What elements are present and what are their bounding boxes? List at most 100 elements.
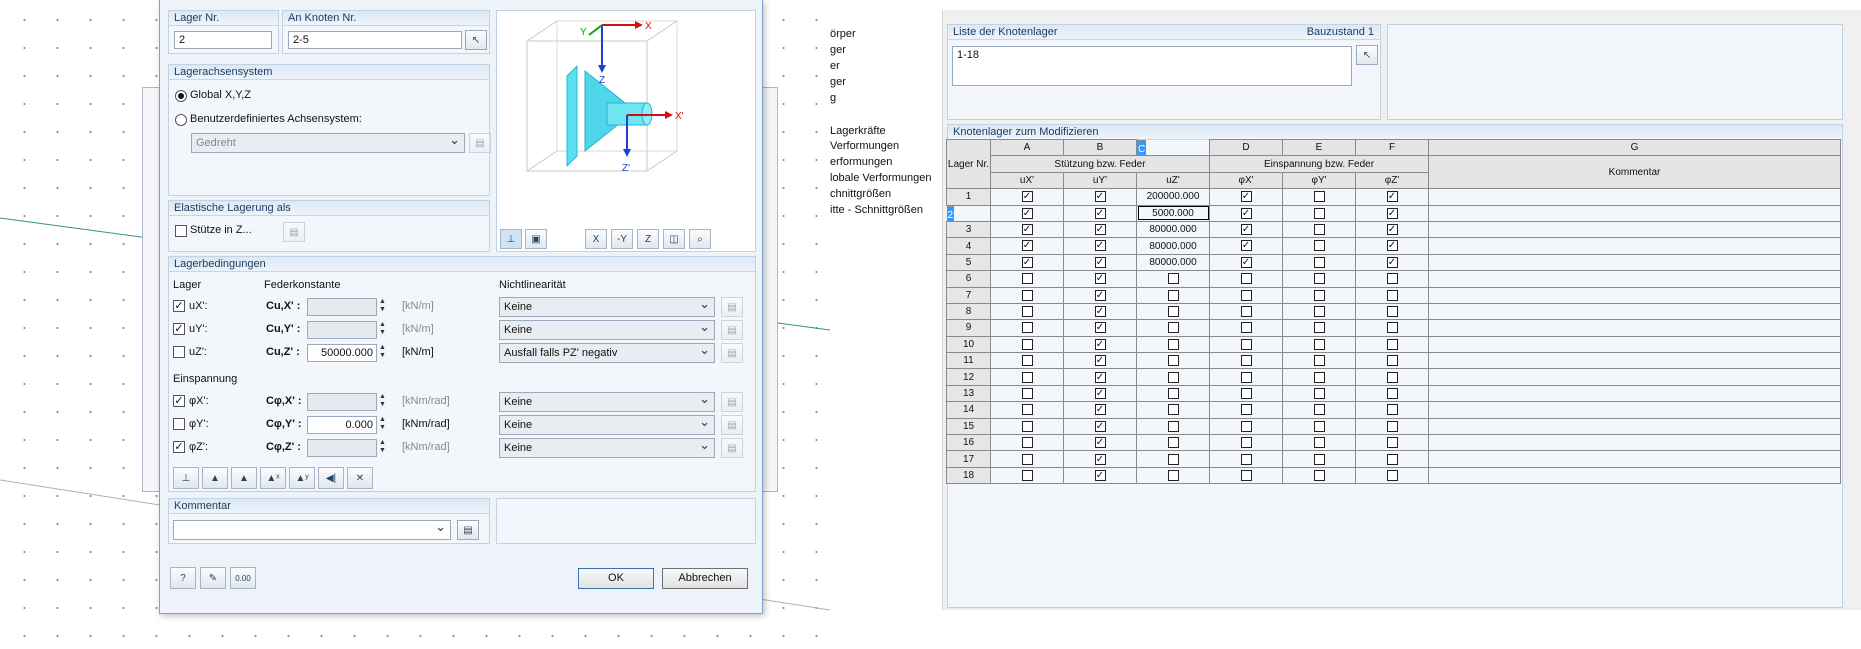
cell-checkbox-c[interactable] — [1136, 302, 1210, 321]
checkbox[interactable] — [1167, 355, 1179, 367]
checkbox[interactable] — [1313, 371, 1325, 383]
stuetze-checkbox[interactable] — [175, 225, 187, 237]
checkbox[interactable] — [1021, 273, 1033, 285]
comment-cell[interactable] — [1428, 220, 1841, 239]
cell-checkbox-f[interactable] — [1355, 319, 1429, 337]
row-number[interactable]: 2 — [946, 205, 955, 222]
row-number[interactable]: 3 — [946, 220, 991, 239]
cell-checkbox-c[interactable] — [1136, 319, 1210, 337]
nav-item[interactable]: örper — [830, 28, 856, 40]
checkbox[interactable]: ✓ — [1021, 256, 1033, 268]
cell-checkbox-b[interactable]: ✓ — [1063, 450, 1137, 468]
cell-checkbox-c[interactable] — [1136, 434, 1210, 452]
checkbox[interactable] — [1386, 404, 1398, 416]
uz-value-cell[interactable]: 200000.000 — [1136, 188, 1210, 206]
row-number[interactable]: 18 — [946, 466, 991, 485]
cell-checkbox-e[interactable] — [1282, 270, 1356, 288]
cell-checkbox-e[interactable] — [1282, 302, 1356, 321]
checkbox[interactable] — [1386, 289, 1398, 301]
checkbox[interactable] — [1167, 404, 1179, 416]
row-number[interactable]: 10 — [946, 335, 991, 354]
checkbox[interactable] — [1313, 338, 1325, 350]
cell-checkbox-a[interactable]: ✓ — [990, 237, 1064, 255]
support-type-free-button[interactable]: ✕ — [347, 467, 373, 489]
cell-checkbox-c[interactable] — [1136, 352, 1210, 370]
checkbox[interactable] — [1240, 420, 1252, 432]
row-number[interactable]: 6 — [946, 270, 991, 288]
checkbox[interactable] — [1313, 224, 1325, 236]
uz-value-cell[interactable]: 80000.000 — [1136, 237, 1210, 255]
checkbox[interactable] — [1313, 306, 1325, 318]
nav-item[interactable]: er — [830, 60, 840, 72]
cphiy-input[interactable]: 0.000 — [307, 416, 377, 434]
cell-checkbox-d[interactable] — [1209, 302, 1283, 321]
cell-checkbox-b[interactable]: ✓ — [1063, 220, 1137, 239]
cphiz-input[interactable] — [307, 439, 377, 457]
checkbox[interactable] — [1240, 387, 1252, 399]
cell-checkbox-b[interactable]: ✓ — [1063, 286, 1137, 304]
checkbox[interactable] — [1021, 289, 1033, 301]
cell-checkbox-a[interactable] — [990, 466, 1064, 485]
support-type-fixed-button[interactable]: ▲ — [202, 467, 228, 489]
comment-cell[interactable] — [1428, 450, 1841, 468]
cell-checkbox-b[interactable]: ✓ — [1063, 237, 1137, 255]
nav-item[interactable]: ger — [830, 76, 846, 88]
checkbox[interactable] — [1240, 289, 1252, 301]
cell-checkbox-c[interactable] — [1136, 401, 1210, 419]
checkbox[interactable]: ✓ — [1094, 322, 1106, 334]
cell-checkbox-f[interactable] — [1355, 286, 1429, 304]
checkbox[interactable]: ✓ — [1021, 207, 1033, 219]
checkbox[interactable] — [1386, 273, 1398, 285]
cell-checkbox-e[interactable] — [1282, 368, 1356, 386]
cell-checkbox-e[interactable] — [1282, 352, 1356, 370]
custom-axes-radio[interactable] — [175, 114, 187, 126]
nav-item[interactable]: chnittgrößen — [830, 188, 891, 200]
checkbox[interactable] — [1240, 306, 1252, 318]
checkbox[interactable] — [1240, 371, 1252, 383]
cell-checkbox-a[interactable] — [990, 434, 1064, 452]
checkbox[interactable] — [1313, 469, 1325, 481]
phiy-checkbox[interactable] — [173, 418, 185, 430]
cell-checkbox-a[interactable] — [990, 286, 1064, 304]
cell-checkbox-d[interactable] — [1209, 286, 1283, 304]
col-letter-e[interactable]: E — [1282, 138, 1356, 157]
cell-checkbox-b[interactable]: ✓ — [1063, 302, 1137, 321]
checkbox[interactable] — [1240, 355, 1252, 367]
cell-checkbox-b[interactable]: ✓ — [1063, 417, 1137, 436]
checkbox[interactable]: ✓ — [1386, 256, 1398, 268]
checkbox[interactable] — [1240, 404, 1252, 416]
checkbox[interactable] — [1313, 240, 1325, 252]
comment-cell[interactable] — [1428, 417, 1841, 436]
cell-checkbox-f[interactable] — [1355, 384, 1429, 403]
nav-item[interactable]: Verformungen — [830, 140, 899, 152]
checkbox[interactable] — [1167, 322, 1179, 334]
cell-checkbox-d[interactable] — [1209, 319, 1283, 337]
checkbox[interactable]: ✓ — [1094, 453, 1106, 465]
row-number[interactable]: 12 — [946, 368, 991, 386]
support-type-x-button[interactable]: ▲ˣ — [260, 467, 286, 489]
checkbox[interactable] — [1313, 387, 1325, 399]
cell-checkbox-b[interactable]: ✓ — [1063, 352, 1137, 370]
checkbox[interactable]: ✓ — [1094, 338, 1106, 350]
checkbox[interactable]: ✓ — [1386, 191, 1398, 203]
custom-axes-select[interactable]: Gedreht — [191, 131, 465, 153]
cell-checkbox-d[interactable]: ✓ — [1209, 188, 1283, 206]
stuetze-edit-button[interactable]: ▤ — [283, 222, 305, 242]
comment-cell[interactable] — [1428, 401, 1841, 419]
col-letter-f[interactable]: F — [1355, 138, 1429, 157]
cell-checkbox-f[interactable] — [1355, 368, 1429, 386]
nav-item[interactable]: itte - Schnittgrößen — [830, 204, 923, 216]
checkbox[interactable] — [1313, 256, 1325, 268]
cell-checkbox-d[interactable]: ✓ — [1209, 253, 1283, 272]
comment-cell[interactable] — [1428, 368, 1841, 386]
comment-cell[interactable] — [1428, 188, 1841, 206]
row-number[interactable]: 13 — [946, 384, 991, 403]
cell-checkbox-b[interactable]: ✓ — [1063, 401, 1137, 419]
cell-checkbox-f[interactable]: ✓ — [1355, 188, 1429, 206]
checkbox[interactable] — [1313, 420, 1325, 432]
row-number[interactable]: 7 — [946, 286, 991, 304]
checkbox[interactable]: ✓ — [1094, 437, 1106, 449]
comment-cell[interactable] — [1428, 302, 1841, 321]
checkbox[interactable] — [1021, 453, 1033, 465]
checkbox[interactable]: ✓ — [1094, 387, 1106, 399]
